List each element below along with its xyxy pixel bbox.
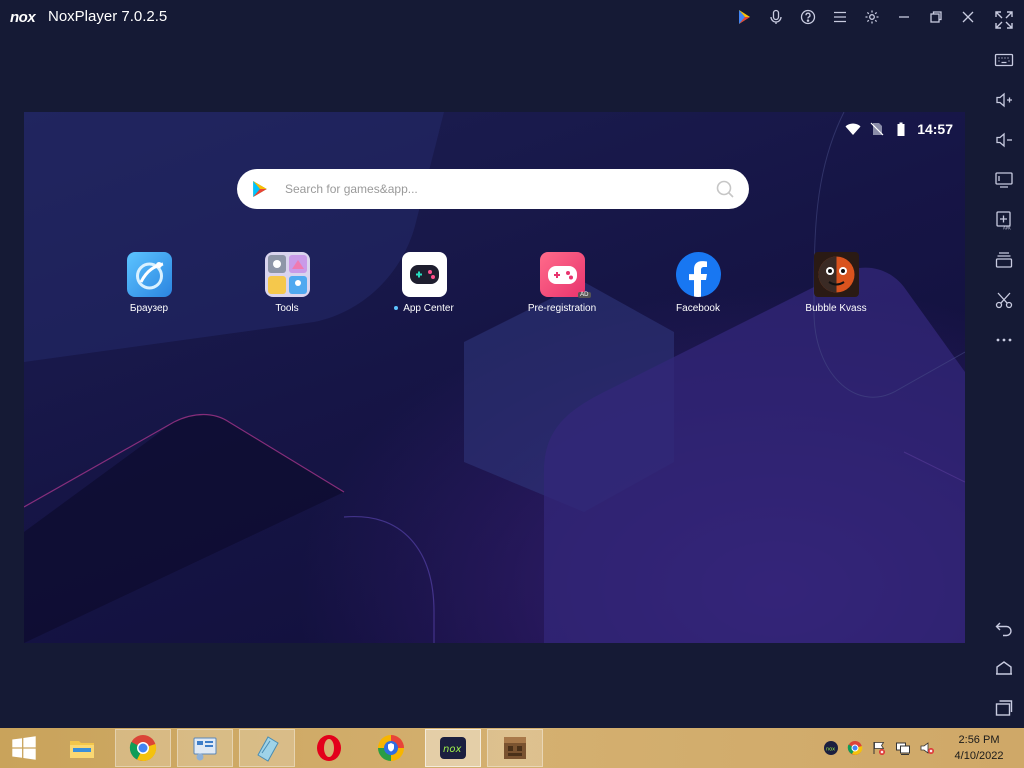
app-browser[interactable]: Браузер: [94, 252, 204, 314]
menu-icon[interactable]: [829, 6, 851, 28]
notepad-icon[interactable]: [239, 729, 295, 767]
app-label: Pre-registration: [527, 303, 597, 314]
window-title: NoxPlayer 7.0.2.5: [48, 8, 168, 25]
nox-logo: nox: [10, 9, 36, 26]
flag-icon[interactable]: [870, 739, 888, 757]
browser-icon: [126, 252, 172, 297]
pre-registration-icon: [539, 252, 585, 297]
app-label: Браузер: [129, 303, 169, 314]
wifi-icon: [845, 123, 861, 135]
android-screen: 14:57 Браузер Tools App Center AD Pre-re…: [24, 112, 965, 643]
restore-icon[interactable]: [925, 6, 947, 28]
chrome-tray-icon[interactable]: [846, 739, 864, 757]
status-time: 14:57: [917, 121, 953, 137]
ad-badge: AD: [578, 292, 591, 298]
browser-shield-icon[interactable]: [363, 729, 419, 767]
system-tray: nox: [822, 728, 936, 768]
new-indicator-dot: [394, 306, 399, 311]
app-label: Bubble Kvass: [805, 303, 867, 314]
minimize-icon[interactable]: [893, 6, 915, 28]
opera-icon[interactable]: [301, 729, 357, 767]
back-icon[interactable]: [992, 616, 1016, 640]
network-icon[interactable]: [894, 739, 912, 757]
volume-up-icon[interactable]: [992, 88, 1016, 112]
start-button[interactable]: [0, 728, 48, 768]
app-label: Facebook: [676, 303, 720, 314]
search-bar[interactable]: [237, 169, 749, 209]
app-label: Tools: [275, 303, 299, 314]
file-explorer-icon[interactable]: [54, 729, 110, 767]
app-label-text: App Center: [403, 303, 454, 314]
close-icon[interactable]: [957, 6, 979, 28]
app-app-center[interactable]: App Center: [369, 252, 479, 314]
chrome-icon[interactable]: [115, 729, 171, 767]
add-apk-icon[interactable]: APK: [992, 208, 1016, 232]
fullscreen-icon[interactable]: [992, 8, 1016, 32]
home-icon[interactable]: [992, 656, 1016, 680]
title-bar: nox NoxPlayer 7.0.2.5: [0, 0, 984, 34]
status-bar: 14:57: [845, 120, 953, 138]
svg-text:nox: nox: [443, 744, 461, 755]
svg-text:APK: APK: [1003, 226, 1011, 231]
settings-icon[interactable]: [861, 6, 883, 28]
play-store-icon[interactable]: [733, 6, 755, 28]
battery-icon: [897, 122, 905, 136]
app-center-icon: [401, 252, 447, 297]
volume-muted-icon[interactable]: [918, 739, 936, 757]
tool-sidebar: APK: [984, 0, 1024, 728]
keyboard-icon[interactable]: [992, 48, 1016, 72]
bubble-kvass-icon: [813, 252, 859, 297]
multi-instance-icon[interactable]: [992, 248, 1016, 272]
microphone-icon[interactable]: [765, 6, 787, 28]
app-tools[interactable]: Tools: [232, 252, 342, 314]
search-input[interactable]: [285, 169, 705, 209]
search-icon[interactable]: [715, 179, 735, 199]
control-panel-icon[interactable]: [177, 729, 233, 767]
app-label: App Center: [369, 303, 479, 314]
svg-text:nox: nox: [826, 747, 835, 753]
windows-logo-icon: [12, 736, 36, 760]
nox-tray-icon[interactable]: nox: [822, 739, 840, 757]
tools-folder-icon: [264, 252, 310, 297]
no-sim-icon: [870, 122, 884, 136]
help-icon[interactable]: [797, 6, 819, 28]
facebook-icon: [675, 252, 721, 297]
volume-down-icon[interactable]: [992, 128, 1016, 152]
screenshot-scissors-icon[interactable]: [992, 288, 1016, 312]
clock-time: 2:56 PM: [958, 734, 1000, 746]
recent-apps-icon[interactable]: [992, 696, 1016, 720]
windows-taskbar: nox nox 2:56 PM 4/10/2022: [0, 728, 1024, 768]
app-facebook[interactable]: Facebook: [643, 252, 753, 314]
clock-date: 4/10/2022: [954, 750, 1004, 762]
play-store-icon: [253, 181, 267, 197]
screen-icon[interactable]: [992, 168, 1016, 192]
app-bubble-kvass[interactable]: Bubble Kvass: [781, 252, 891, 314]
minecraft-icon[interactable]: [487, 729, 543, 767]
more-icon[interactable]: [992, 328, 1016, 352]
app-pre-registration[interactable]: AD Pre-registration: [507, 252, 617, 314]
system-clock[interactable]: 2:56 PM 4/10/2022: [948, 732, 1010, 764]
nox-icon[interactable]: nox: [425, 729, 481, 767]
